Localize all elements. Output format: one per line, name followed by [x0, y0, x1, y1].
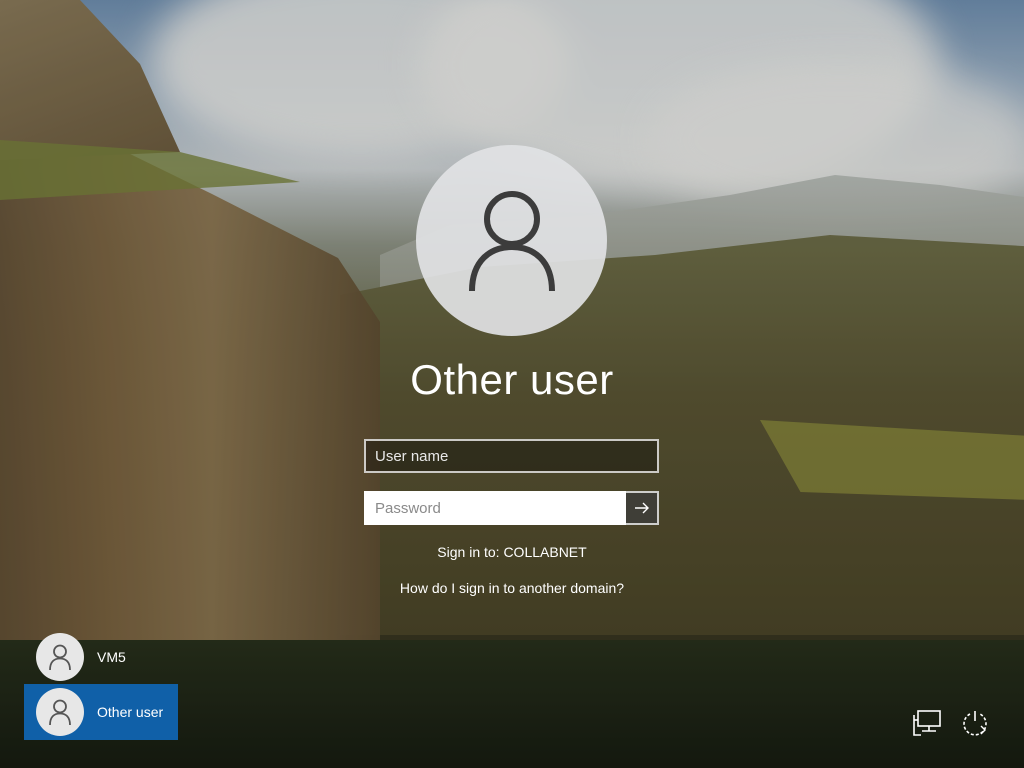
user-list-label: Other user — [97, 704, 164, 720]
password-input[interactable] — [364, 491, 626, 525]
submit-button[interactable] — [626, 491, 659, 525]
network-button[interactable] — [910, 706, 944, 740]
username-input[interactable] — [364, 439, 659, 473]
arrow-right-icon — [634, 502, 649, 514]
user-avatar — [36, 688, 84, 736]
another-domain-link[interactable]: How do I sign in to another domain? — [0, 580, 1024, 596]
user-avatar — [36, 633, 84, 681]
user-list-item-vm5[interactable]: VM5 — [24, 629, 178, 685]
user-icon — [468, 190, 555, 291]
user-list-item-other-user[interactable]: Other user — [24, 684, 178, 740]
login-title: Other user — [410, 356, 614, 403]
power-button[interactable] — [958, 706, 992, 740]
network-icon — [913, 710, 941, 736]
power-icon — [963, 711, 987, 736]
user-icon — [49, 644, 71, 671]
user-avatar-large — [416, 145, 607, 336]
sign-in-domain-text: Sign in to: COLLABNET — [437, 544, 587, 560]
user-icon — [49, 699, 71, 726]
user-list-label: VM5 — [97, 649, 126, 665]
